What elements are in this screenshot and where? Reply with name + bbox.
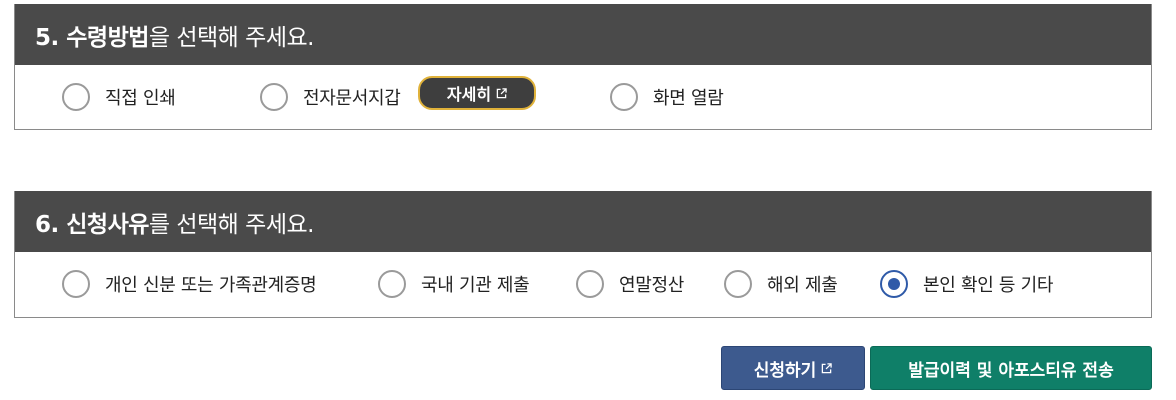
radio-circle[interactable] <box>378 270 406 298</box>
radio-overseas-submit[interactable]: 해외 제출 <box>724 252 838 316</box>
receipt-method-section: 5. 수령방법 을 선택해 주세요. 직접 인쇄 전자문서지갑 화면 열람 <box>14 4 1152 130</box>
apply-button[interactable]: 신청하기 <box>721 346 865 390</box>
radio-label: 연말정산 <box>619 275 685 296</box>
radio-year-end-tax[interactable]: 연말정산 <box>576 252 684 316</box>
radio-label: 전자문서지갑 <box>303 88 401 109</box>
radio-circle[interactable] <box>610 83 638 111</box>
radio-label: 본인 확인 등 기타 <box>923 275 1054 296</box>
receipt-method-options: 직접 인쇄 전자문서지갑 화면 열람 <box>15 65 1151 129</box>
application-reason-header: 6. 신청사유 를 선택해 주세요. <box>15 191 1151 252</box>
application-reason-options: 개인 신분 또는 가족관계증명 국내 기관 제출 연말정산 해외 제출 본인 확… <box>15 252 1151 316</box>
radio-circle[interactable] <box>62 270 90 298</box>
receipt-method-title-rest: 을 선택해 주세요. <box>148 24 315 51</box>
radio-circle[interactable] <box>576 270 604 298</box>
receipt-method-title-strong: 5. 수령방법 <box>35 24 149 51</box>
application-reason-section: 6. 신청사유 를 선택해 주세요. 개인 신분 또는 가족관계증명 국내 기관 … <box>14 191 1152 318</box>
issuance-history-apostille-button[interactable]: 발급이력 및 아포스티유 전송 <box>870 346 1152 390</box>
detail-button-label: 자세히 <box>446 85 492 104</box>
radio-label: 국내 기관 제출 <box>421 275 530 296</box>
external-link-icon <box>822 362 833 373</box>
application-reason-title-strong: 6. 신청사유 <box>35 211 149 238</box>
radio-direct-print[interactable]: 직접 인쇄 <box>62 65 176 129</box>
history-button-label: 발급이력 및 아포스티유 전송 <box>908 360 1114 381</box>
radio-screen-view[interactable]: 화면 열람 <box>610 65 724 129</box>
radio-identity-family[interactable]: 개인 신분 또는 가족관계증명 <box>62 252 317 316</box>
radio-domestic-submit[interactable]: 국내 기관 제출 <box>378 252 530 316</box>
apply-button-label: 신청하기 <box>753 360 817 381</box>
external-link-icon <box>496 87 507 98</box>
radio-label: 해외 제출 <box>767 275 838 296</box>
radio-label: 직접 인쇄 <box>105 88 176 109</box>
radio-circle[interactable] <box>260 83 288 111</box>
receipt-method-header: 5. 수령방법 을 선택해 주세요. <box>15 4 1151 65</box>
radio-label: 개인 신분 또는 가족관계증명 <box>105 275 317 296</box>
radio-circle[interactable] <box>62 83 90 111</box>
radio-label: 화면 열람 <box>653 88 724 109</box>
detail-button[interactable]: 자세히 <box>418 76 536 110</box>
radio-circle[interactable] <box>724 270 752 298</box>
radio-other-identity[interactable]: 본인 확인 등 기타 <box>880 252 1053 316</box>
application-reason-title-rest: 를 선택해 주세요. <box>148 211 315 238</box>
radio-circle-checked[interactable] <box>880 270 908 298</box>
radio-e-wallet[interactable]: 전자문서지갑 <box>260 65 401 129</box>
